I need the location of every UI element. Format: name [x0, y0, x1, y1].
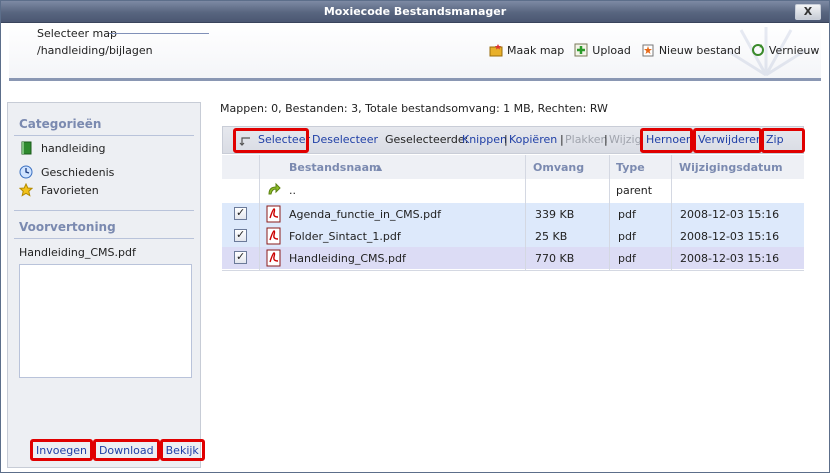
- column-divider: [525, 155, 526, 270]
- table-row[interactable]: Folder_Sintact_1.pdf 25 KB pdf 2008-12-0…: [222, 225, 804, 247]
- category-label: Favorieten: [41, 183, 99, 197]
- file-table: Bestandsnaam ▲ Omvang Type Wijzigingsdat…: [222, 155, 804, 270]
- category-favorieten[interactable]: Favorieten: [19, 183, 99, 197]
- file-type: pdf: [618, 252, 636, 265]
- file-name[interactable]: Agenda_functie_in_CMS.pdf: [289, 208, 441, 221]
- refresh-label: Vernieuw: [768, 43, 820, 57]
- highlight-rename: [640, 128, 693, 153]
- file-type: pdf: [618, 208, 636, 221]
- title-bar[interactable]: Moxiecode Bestandsmanager X: [1, 1, 829, 23]
- insert-button[interactable]: Invoegen: [30, 439, 93, 461]
- selected-label: Geselecteerde:: [385, 133, 469, 146]
- pdf-file-icon: [266, 227, 281, 245]
- parent-row[interactable]: .. parent: [222, 179, 804, 201]
- preview-title: Voorvertoning: [19, 220, 116, 234]
- file-name[interactable]: Folder_Sintact_1.pdf: [289, 230, 401, 243]
- column-header-size[interactable]: Omvang: [533, 161, 584, 174]
- upload-button[interactable]: Upload: [574, 43, 631, 57]
- refresh-icon: [751, 44, 764, 56]
- refresh-button[interactable]: Vernieuw: [751, 43, 820, 57]
- upload-label: Upload: [592, 43, 631, 57]
- current-path[interactable]: /handleiding/bijlagen: [37, 44, 153, 57]
- column-header-date[interactable]: Wijzigingsdatum: [679, 161, 783, 174]
- row-checkbox[interactable]: [234, 228, 247, 242]
- row-checkbox[interactable]: [234, 250, 247, 264]
- file-size: 339 KB: [535, 208, 575, 221]
- file-date: 2008-12-03 15:16: [680, 252, 780, 265]
- pdf-file-icon: [266, 205, 281, 223]
- column-divider: [609, 155, 610, 270]
- parent-folder-icon: [268, 182, 281, 195]
- file-date: 2008-12-03 15:16: [680, 208, 780, 221]
- file-date: 2008-12-03 15:16: [680, 230, 780, 243]
- edit-button[interactable]: Wijzig: [609, 133, 642, 146]
- preview-divider: [14, 238, 194, 239]
- select-map-divider: [109, 33, 209, 34]
- highlight-zip: [761, 128, 805, 153]
- separator: |: [604, 133, 608, 146]
- category-handleiding[interactable]: handleiding: [19, 141, 106, 155]
- preview-filename: Handleiding_CMS.pdf: [19, 246, 136, 259]
- highlight-delete: [693, 128, 762, 153]
- toolbar: Maak map Upload Nieuw bestand Vernieuw: [479, 41, 819, 59]
- select-map-label[interactable]: Selecteer map: [37, 27, 117, 40]
- column-header-type[interactable]: Type: [616, 161, 645, 174]
- new-file-label: Nieuw bestand: [658, 43, 741, 57]
- new-file-icon: [642, 44, 654, 57]
- categories-divider: [14, 135, 194, 136]
- file-name[interactable]: Handleiding_CMS.pdf: [289, 252, 406, 265]
- row-checkbox[interactable]: [234, 206, 247, 220]
- preview-pane: [19, 264, 192, 378]
- new-folder-button[interactable]: Maak map: [489, 43, 564, 57]
- clock-icon: [19, 165, 33, 179]
- category-geschiedenis[interactable]: Geschiedenis: [19, 165, 114, 179]
- column-divider: [671, 155, 672, 270]
- header: Selecteer map /handleiding/bijlagen Maak…: [9, 23, 821, 81]
- sort-ascending-icon[interactable]: ▲: [376, 163, 382, 172]
- file-size: 25 KB: [535, 230, 568, 243]
- close-button[interactable]: X: [795, 4, 821, 20]
- download-button[interactable]: Download: [92, 439, 160, 461]
- new-file-button[interactable]: Nieuw bestand: [641, 43, 741, 57]
- star-icon: [19, 183, 33, 197]
- file-manager-window: Moxiecode Bestandsmanager X Selecteer ma…: [0, 0, 830, 473]
- highlight-select: [233, 128, 309, 153]
- table-row[interactable]: Handleiding_CMS.pdf 770 KB pdf 2008-12-0…: [222, 247, 804, 269]
- category-label: handleiding: [41, 141, 106, 155]
- parent-type: parent: [616, 184, 653, 197]
- book-icon: [21, 141, 32, 155]
- pdf-file-icon: [266, 249, 281, 267]
- file-size: 770 KB: [535, 252, 575, 265]
- new-folder-icon: [489, 44, 503, 57]
- separator: |: [504, 133, 508, 146]
- preview-divider-top: [14, 210, 194, 211]
- parent-name: ..: [289, 184, 296, 197]
- separator: |: [560, 133, 564, 146]
- cut-button[interactable]: Knippen: [462, 133, 507, 146]
- view-button[interactable]: Bekijk: [159, 439, 205, 461]
- copy-button[interactable]: Kopiëren: [509, 133, 557, 146]
- paste-button[interactable]: Plakken: [565, 133, 608, 146]
- table-row[interactable]: Agenda_functie_in_CMS.pdf 339 KB pdf 200…: [222, 203, 804, 225]
- category-label: Geschiedenis: [41, 165, 115, 179]
- upload-icon: [574, 43, 588, 57]
- new-folder-label: Maak map: [507, 43, 565, 57]
- categories-title: Categorieën: [19, 117, 102, 131]
- table-bottom-border: [222, 270, 804, 271]
- deselect-all-button[interactable]: Deselecteer: [312, 133, 378, 146]
- folder-info: Mappen: 0, Bestanden: 3, Totale bestands…: [220, 102, 608, 115]
- file-type: pdf: [618, 230, 636, 243]
- column-header-name[interactable]: Bestandsnaam: [289, 161, 380, 174]
- sidebar: Categorieën handleiding Geschiedenis Fav…: [7, 102, 205, 468]
- window-title: Moxiecode Bestandsmanager: [323, 5, 507, 18]
- preview-actions: Invoegen Download Bekijk: [30, 439, 205, 461]
- column-divider: [259, 155, 260, 270]
- table-header: Bestandsnaam ▲ Omvang Type Wijzigingsdat…: [222, 155, 804, 179]
- action-bar: Selecteer Deselecteer Geselecteerde: Kni…: [222, 126, 805, 154]
